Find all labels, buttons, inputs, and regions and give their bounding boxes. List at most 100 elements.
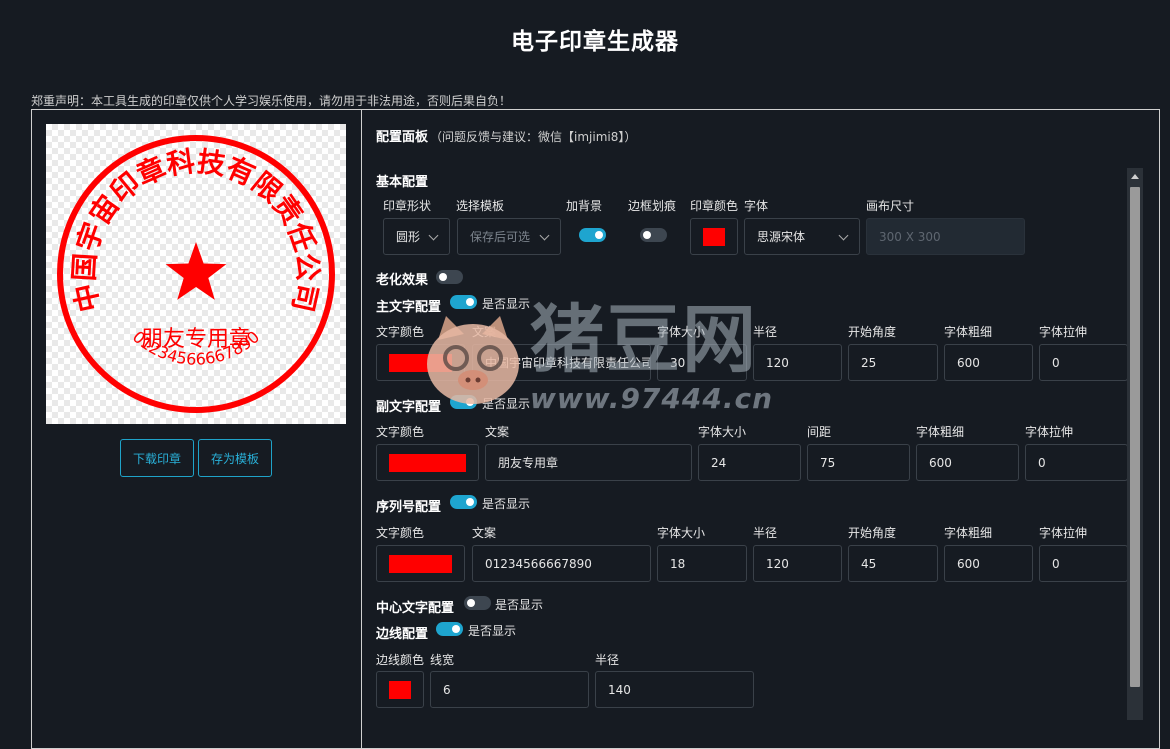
main-start-angle-label: 开始角度	[848, 325, 897, 339]
background-label: 加背景	[566, 199, 603, 213]
main-stretch-value: 0	[1052, 355, 1060, 370]
stamp-star-icon	[165, 242, 227, 300]
border-radius-input[interactable]: 140	[595, 671, 754, 708]
sub-gap-value: 75	[820, 455, 836, 470]
main-container: 中国宇宙印章科技有限责任公司 朋友专用章 01234566667890 下载印章…	[31, 109, 1160, 749]
canvas-size-input[interactable]: 300 X 300	[866, 218, 1025, 255]
disclaimer: 郑重声明：本工具生成的印章仅供个人学习娱乐使用，请勿用于非法用途，否则后果自负！	[31, 94, 512, 108]
main-stretch-label: 字体拉伸	[1039, 325, 1088, 339]
border-config-title: 边线配置	[376, 627, 429, 642]
sub-gap-input[interactable]: 75	[807, 444, 910, 481]
serial-size-value: 18	[670, 556, 686, 571]
sub-gap-label: 间距	[807, 425, 832, 439]
save-template-button[interactable]: 存为模板	[198, 439, 272, 477]
main-text-config-title: 主文字配置	[376, 300, 442, 315]
serial-size-label: 字体大小	[657, 526, 706, 540]
serial-text-label: 文案	[472, 526, 497, 540]
sub-color-picker[interactable]	[376, 444, 479, 481]
serial-show-label: 是否显示	[482, 497, 531, 511]
shape-select[interactable]: 圆形	[383, 218, 450, 255]
main-start-angle-value: 25	[861, 355, 877, 370]
sub-text-config-title: 副文字配置	[376, 400, 442, 415]
sub-stretch-label: 字体拉伸	[1025, 425, 1074, 439]
stamp-color-label: 印章颜色	[690, 199, 739, 213]
main-weight-value: 600	[957, 355, 980, 370]
main-radius-input[interactable]: 120	[753, 344, 842, 381]
main-size-input[interactable]: 30	[657, 344, 747, 381]
canvas-size-placeholder: 300 X 300	[879, 229, 941, 244]
config-panel-title: 配置面板 （问题反馈与建议：微信【imjimi8】）	[376, 130, 637, 145]
main-text-label: 文案	[472, 325, 497, 339]
basic-config-title: 基本配置	[376, 175, 429, 190]
sub-text-show-label: 是否显示	[482, 397, 531, 411]
main-radius-value: 120	[766, 355, 789, 370]
sub-weight-value: 600	[929, 455, 952, 470]
serial-color-picker[interactable]	[376, 545, 465, 582]
serial-radius-value: 120	[766, 556, 789, 571]
border-scratch-toggle[interactable]	[640, 228, 667, 242]
sub-stretch-input[interactable]: 0	[1025, 444, 1128, 481]
main-start-angle-input[interactable]: 25	[848, 344, 938, 381]
border-width-input[interactable]: 6	[430, 671, 589, 708]
serial-text-input[interactable]: 01234566667890	[472, 545, 651, 582]
serial-weight-label: 字体粗细	[944, 526, 993, 540]
font-label: 字体	[744, 199, 769, 213]
main-weight-label: 字体粗细	[944, 325, 993, 339]
sub-weight-label: 字体粗细	[916, 425, 965, 439]
serial-radius-input[interactable]: 120	[753, 545, 842, 582]
color-swatch	[389, 453, 466, 472]
sub-size-value: 24	[711, 455, 727, 470]
chevron-down-icon	[428, 230, 439, 240]
center-text-show-label: 是否显示	[495, 598, 544, 612]
sub-stretch-value: 0	[1038, 455, 1046, 470]
main-radius-label: 半径	[753, 325, 778, 339]
scrollbar-thumb[interactable]	[1130, 187, 1140, 687]
serial-text-value: 01234566667890	[485, 556, 592, 571]
template-select[interactable]: 保存后可选	[457, 218, 561, 255]
serial-start-angle-label: 开始角度	[848, 526, 897, 540]
main-text-show-toggle[interactable]	[450, 295, 477, 309]
border-color-picker[interactable]	[376, 671, 424, 708]
sub-weight-input[interactable]: 600	[916, 444, 1019, 481]
serial-size-input[interactable]: 18	[657, 545, 747, 582]
serial-start-angle-input[interactable]: 45	[848, 545, 938, 582]
color-swatch	[389, 353, 452, 372]
sub-size-label: 字体大小	[698, 425, 747, 439]
center-text-config-title: 中心文字配置	[376, 601, 455, 616]
serial-radius-label: 半径	[753, 526, 778, 540]
template-placeholder: 保存后可选	[470, 230, 531, 244]
main-text-input[interactable]: 中国宇宙印章科技有限责任公司	[472, 344, 651, 381]
sub-text-show-toggle[interactable]	[450, 395, 477, 409]
serial-show-toggle[interactable]	[450, 495, 477, 509]
chevron-down-icon	[838, 230, 849, 240]
serial-stretch-input[interactable]: 0	[1039, 545, 1128, 582]
border-scratch-label: 边框划痕	[628, 199, 677, 213]
background-toggle[interactable]	[579, 228, 606, 242]
sub-size-input[interactable]: 24	[698, 444, 801, 481]
main-color-picker[interactable]	[376, 344, 465, 381]
border-color-label: 边线颜色	[376, 653, 425, 667]
main-size-label: 字体大小	[657, 325, 706, 339]
main-text-show-label: 是否显示	[482, 297, 531, 311]
download-stamp-button[interactable]: 下载印章	[120, 439, 194, 477]
scroll-up-arrow-icon[interactable]	[1131, 174, 1139, 179]
main-weight-input[interactable]: 600	[944, 344, 1033, 381]
template-label: 选择模板	[456, 199, 505, 213]
font-value: 思源宋体	[757, 230, 806, 244]
canvas-size-label: 画布尺寸	[866, 199, 915, 213]
serial-weight-input[interactable]: 600	[944, 545, 1033, 582]
serial-weight-value: 600	[957, 556, 980, 571]
serial-color-label: 文字颜色	[376, 526, 425, 540]
aging-toggle[interactable]	[436, 270, 463, 284]
aging-title: 老化效果	[376, 273, 429, 288]
border-radius-value: 140	[608, 682, 631, 697]
shape-value: 圆形	[396, 230, 421, 244]
serial-stretch-value: 0	[1052, 556, 1060, 571]
stamp-color-picker[interactable]	[690, 218, 738, 255]
main-stretch-input[interactable]: 0	[1039, 344, 1128, 381]
center-text-show-toggle[interactable]	[464, 596, 491, 610]
sub-text-input[interactable]: 朋友专用章	[485, 444, 692, 481]
feedback-note: （问题反馈与建议：微信【imjimi8】）	[430, 130, 637, 144]
border-show-toggle[interactable]	[436, 622, 463, 636]
font-select[interactable]: 思源宋体	[744, 218, 860, 255]
